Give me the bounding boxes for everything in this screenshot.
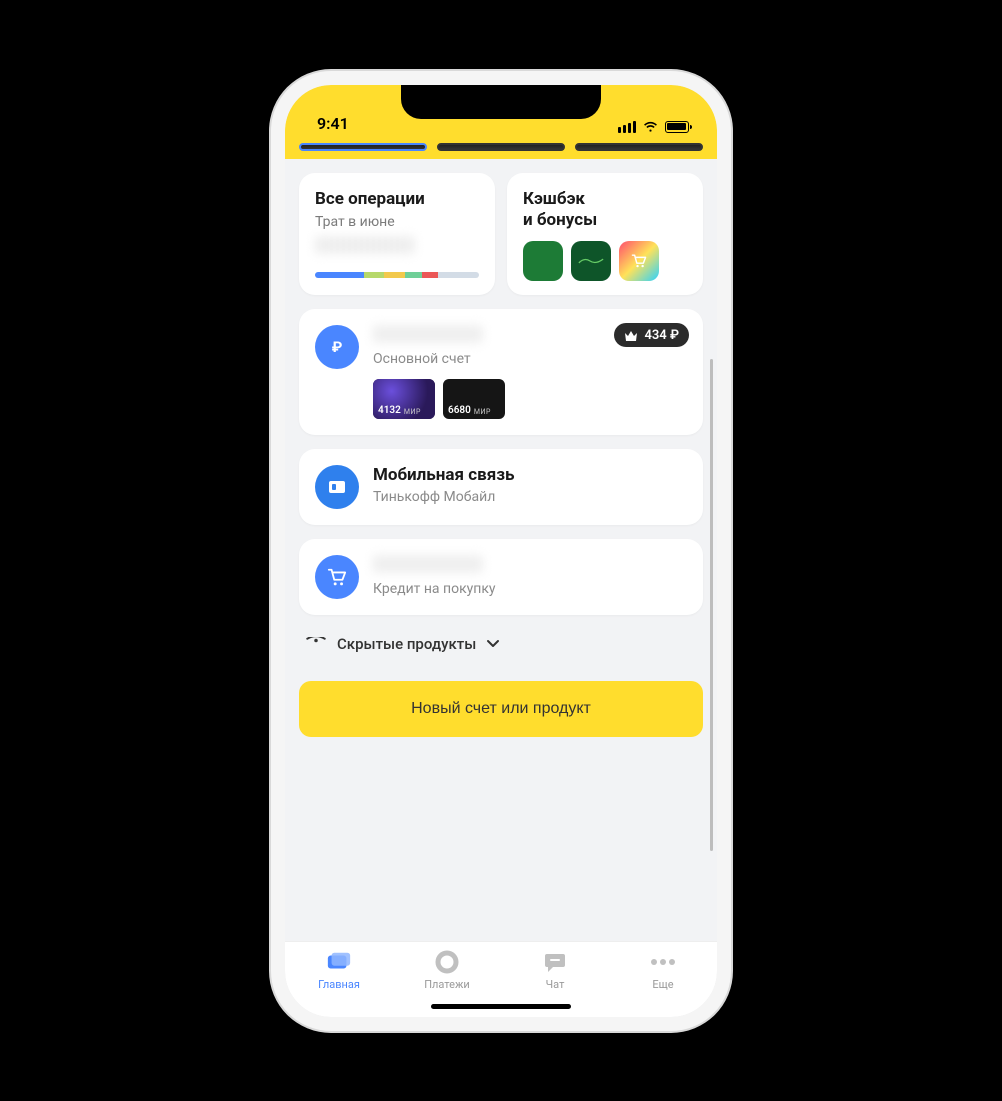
mobile-subtitle: Тинькофф Мобайл xyxy=(373,489,687,505)
svg-text:₽: ₽ xyxy=(332,338,343,356)
loan-balance-blurred xyxy=(373,555,483,573)
tab-label: Чат xyxy=(546,978,565,991)
home-tab-icon xyxy=(326,950,352,974)
card-last4: 6680 xyxy=(448,405,471,416)
account-cards-row: 4132 МИР 6680 МИР xyxy=(373,379,687,419)
operations-card[interactable]: Все операции Трат в июне xyxy=(299,173,495,296)
hidden-products-label: Скрытые продукты xyxy=(337,635,476,653)
chevron-down-icon xyxy=(486,639,500,649)
shopping-cart-icon xyxy=(315,555,359,599)
ruble-icon: ₽ xyxy=(315,325,359,369)
tab-chat[interactable]: Чат xyxy=(501,950,609,991)
loan-account-card[interactable]: Кредит на покупку xyxy=(299,539,703,615)
tab-label: Еще xyxy=(652,978,673,991)
tab-payments[interactable]: Платежи xyxy=(393,950,501,991)
card-last4: 4132 xyxy=(378,405,401,416)
spending-bar xyxy=(315,272,479,278)
summary-row: Все операции Трат в июне Кэшбэк и бонусы xyxy=(299,173,703,296)
operations-title: Все операции xyxy=(315,189,479,210)
loan-label: Кредит на покупку xyxy=(373,581,687,597)
mobile-title: Мобильная связь xyxy=(373,465,687,485)
partner-icon[interactable] xyxy=(571,241,611,281)
sim-icon xyxy=(315,465,359,509)
badge-value: 434 ₽ xyxy=(644,328,679,343)
content-area: Все операции Трат в июне Кэшбэк и бонусы xyxy=(285,159,717,941)
home-indicator[interactable] xyxy=(431,1004,571,1009)
cashback-badge[interactable]: 434 ₽ xyxy=(614,323,689,347)
payments-tab-icon xyxy=(434,950,460,974)
tab-more[interactable]: Еще xyxy=(609,950,717,991)
cellular-signal-icon xyxy=(618,121,636,133)
eye-hidden-icon xyxy=(305,637,327,651)
scrollbar[interactable] xyxy=(710,359,713,851)
card-system: МИР xyxy=(404,408,421,416)
partner-icon[interactable] xyxy=(523,241,563,281)
status-time: 9:41 xyxy=(317,114,349,133)
cashback-partners xyxy=(523,241,687,281)
chat-tab-icon xyxy=(542,950,568,974)
battery-icon xyxy=(665,121,689,133)
cashback-title: Кэшбэк и бонусы xyxy=(523,189,687,232)
more-tab-icon xyxy=(650,950,676,974)
tab-label: Платежи xyxy=(424,978,470,991)
story-item[interactable] xyxy=(575,143,703,151)
crown-icon xyxy=(624,330,638,342)
mobile-account-card[interactable]: Мобильная связь Тинькофф Мобайл xyxy=(299,449,703,525)
main-account-label: Основной счет xyxy=(373,351,687,367)
main-account-card[interactable]: 434 ₽ ₽ Основной счет 4132 МИР xyxy=(299,309,703,435)
phone-frame: 9:41 Все операции Трат в июне xyxy=(271,71,731,1031)
notch xyxy=(401,85,601,119)
story-item[interactable] xyxy=(437,143,565,151)
story-item[interactable] xyxy=(299,143,427,151)
main-account-balance-blurred xyxy=(373,325,483,343)
cart-icon xyxy=(630,253,648,269)
partner-icon[interactable] xyxy=(619,241,659,281)
screen: 9:41 Все операции Трат в июне xyxy=(285,85,717,1017)
wifi-icon xyxy=(642,121,659,133)
status-icons xyxy=(618,121,689,133)
operations-amount-blurred xyxy=(315,236,415,254)
card-system: МИР xyxy=(474,408,491,416)
tab-label: Главная xyxy=(318,978,360,991)
operations-subtitle: Трат в июне xyxy=(315,214,479,230)
stories-strip[interactable] xyxy=(285,139,717,159)
bank-card-mini[interactable]: 6680 МИР xyxy=(443,379,505,419)
bank-card-mini[interactable]: 4132 МИР xyxy=(373,379,435,419)
hidden-products-toggle[interactable]: Скрытые продукты xyxy=(299,629,703,659)
tab-home[interactable]: Главная xyxy=(285,950,393,991)
new-product-button[interactable]: Новый счет или продукт xyxy=(299,681,703,737)
cashback-card[interactable]: Кэшбэк и бонусы xyxy=(507,173,703,296)
